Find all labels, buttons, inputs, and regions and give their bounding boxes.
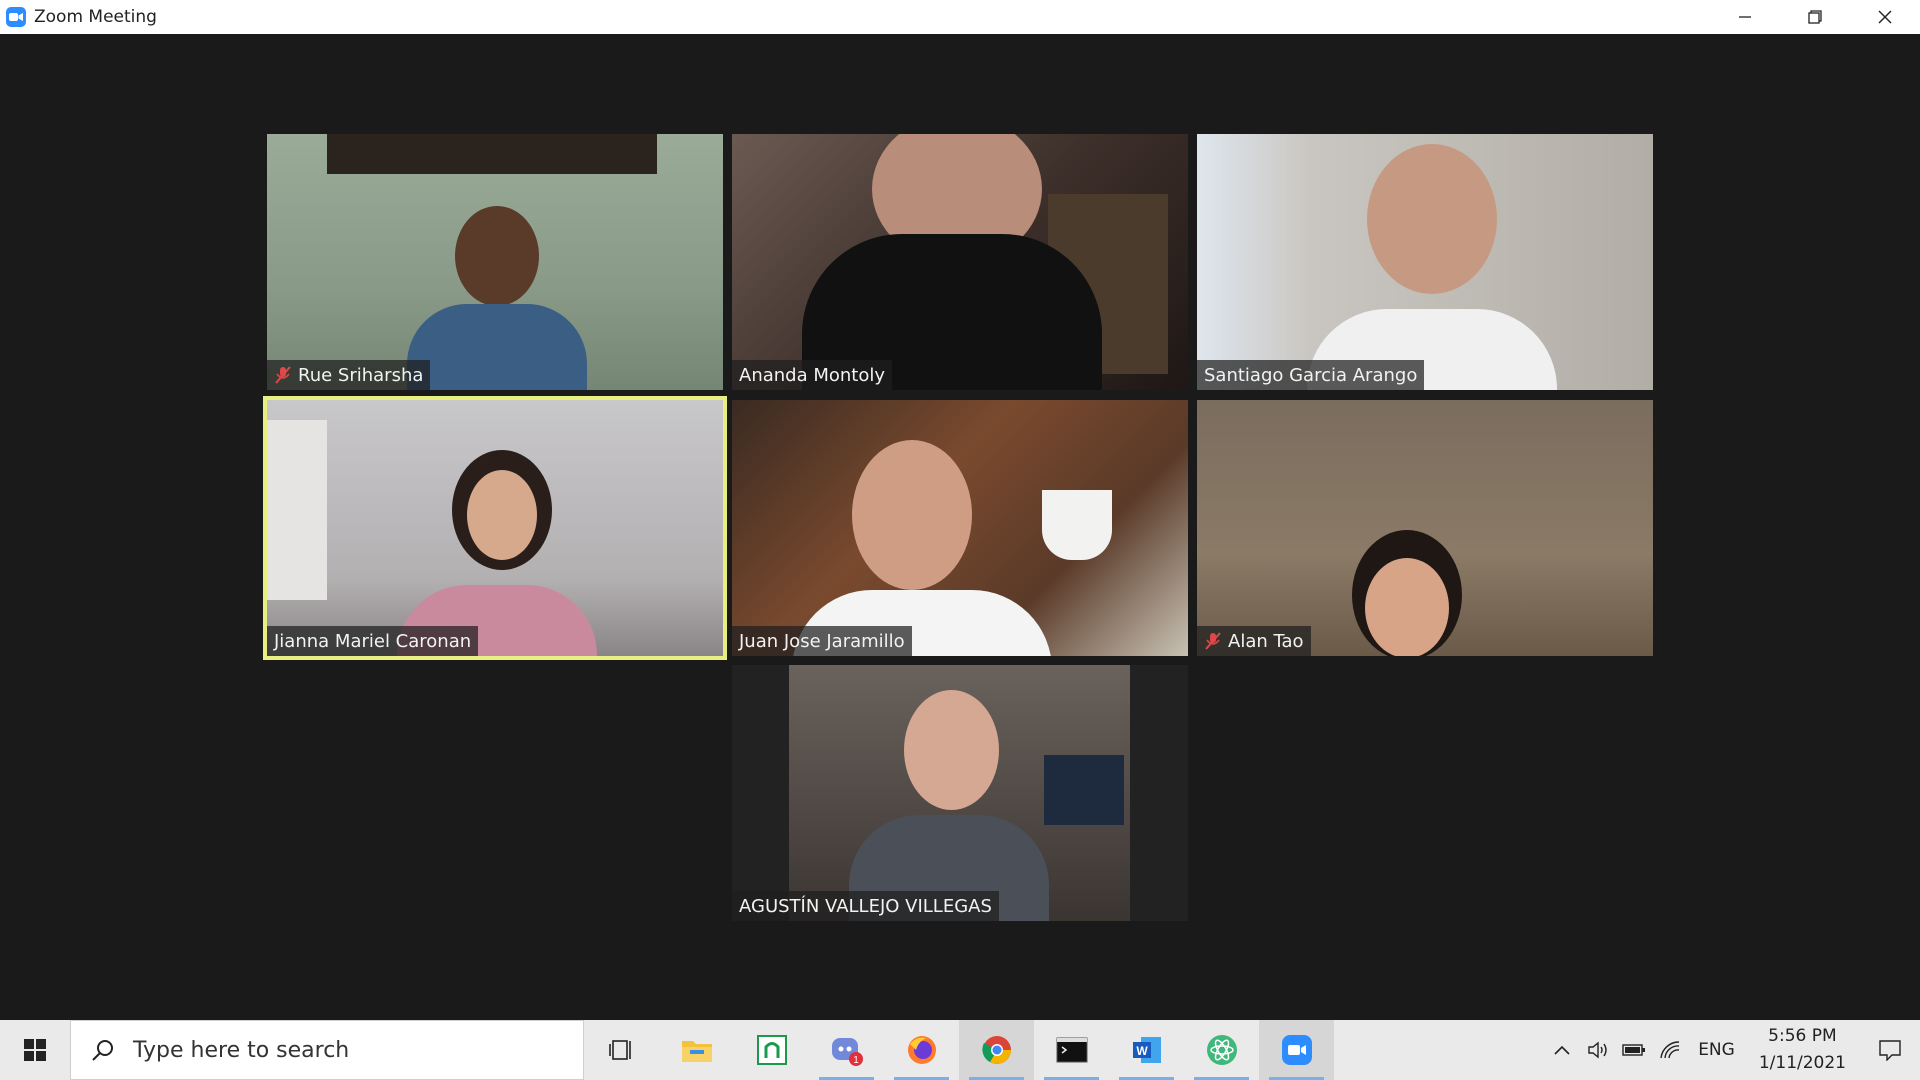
participant-video <box>1197 134 1653 390</box>
muted-mic-icon <box>275 366 291 384</box>
taskbar-search-box[interactable]: Type here to search <box>70 1020 584 1080</box>
participant-video <box>1197 400 1653 656</box>
participant-name-label: Alan Tao <box>1197 626 1311 656</box>
chrome-icon <box>981 1036 1011 1064</box>
video-tile-juan[interactable]: Juan Jose Jaramillo <box>732 400 1188 656</box>
green-app-icon <box>756 1035 787 1065</box>
video-tile-rue[interactable]: Rue Sriharsha <box>267 134 723 390</box>
taskbar-app-chrome[interactable] <box>959 1020 1034 1080</box>
participant-video <box>267 400 723 656</box>
participant-name-label: Ananda Montoly <box>732 360 893 390</box>
taskbar-app-zoom[interactable] <box>1259 1020 1334 1080</box>
system-tray: ENG 5:56 PM 1/11/2021 <box>1544 1020 1920 1080</box>
clock-date: 1/11/2021 <box>1758 1053 1846 1073</box>
input-language[interactable]: ENG <box>1688 1040 1745 1060</box>
participant-video <box>267 134 723 390</box>
window-title: Zoom Meeting <box>34 7 157 27</box>
participant-name-label: Santiago Garcia Arango <box>1197 360 1425 390</box>
svg-text:W: W <box>1136 1044 1148 1058</box>
wifi-icon <box>1660 1041 1680 1059</box>
task-view-icon <box>608 1040 631 1060</box>
video-tile-ananda[interactable]: Ananda Montoly <box>732 134 1188 390</box>
participant-video <box>732 134 1188 390</box>
terminal-icon <box>1056 1037 1087 1063</box>
show-hidden-icons-button[interactable] <box>1544 1020 1580 1080</box>
folder-icon <box>681 1041 712 1062</box>
participant-video <box>789 665 1130 921</box>
video-tile-santiago[interactable]: Santiago Garcia Arango <box>1197 134 1653 390</box>
video-tile-alan[interactable]: Alan Tao <box>1197 400 1653 656</box>
search-placeholder: Type here to search <box>133 1037 350 1063</box>
window-titlebar: Zoom Meeting <box>0 0 1920 34</box>
participant-name-label: Rue Sriharsha <box>267 360 431 390</box>
taskbar-app-firefox[interactable] <box>884 1020 959 1080</box>
video-tile-jianna[interactable]: Jianna Mariel Caronan <box>263 396 727 660</box>
network-button[interactable] <box>1652 1020 1688 1080</box>
zoom-icon <box>1281 1035 1312 1065</box>
video-tile-agustin[interactable]: AGUSTÍN VALLEJO VILLEGAS <box>732 665 1188 921</box>
start-button[interactable] <box>0 1020 70 1080</box>
windows-icon <box>24 1039 46 1061</box>
participant-video <box>732 400 1188 656</box>
taskbar-app-atom[interactable] <box>1184 1020 1259 1080</box>
speaker-icon <box>1588 1041 1607 1059</box>
participant-name-label: Juan Jose Jaramillo <box>732 626 912 656</box>
meeting-gallery: Rue Sriharsha Ananda Montoly Santiago Ga… <box>0 34 1920 1020</box>
battery-button[interactable] <box>1616 1020 1652 1080</box>
volume-button[interactable] <box>1580 1020 1616 1080</box>
taskbar-app-terminal[interactable] <box>1034 1020 1109 1080</box>
muted-mic-icon <box>1205 632 1221 650</box>
taskbar-clock[interactable]: 5:56 PM 1/11/2021 <box>1745 1023 1860 1077</box>
task-view-button[interactable] <box>584 1020 659 1080</box>
search-icon <box>92 1040 113 1061</box>
atom-icon <box>1206 1035 1237 1065</box>
participant-name-label: Jianna Mariel Caronan <box>267 626 479 656</box>
battery-icon <box>1622 1044 1646 1056</box>
taskbar-app-excalidraw[interactable] <box>734 1020 809 1080</box>
taskbar-app-file-explorer[interactable] <box>659 1020 734 1080</box>
word-icon: W <box>1132 1037 1161 1063</box>
restore-button[interactable] <box>1780 0 1850 34</box>
taskbar-app-word[interactable]: W <box>1109 1020 1184 1080</box>
taskbar-app-discord[interactable]: 1 <box>809 1020 884 1080</box>
chevron-up-icon <box>1554 1045 1570 1055</box>
zoom-app-icon <box>6 7 26 27</box>
windows-taskbar: Type here to search 1 W ENG 5:56 PM 1/11… <box>0 1020 1920 1080</box>
discord-badge: 1 <box>853 1055 859 1066</box>
notification-icon <box>1879 1040 1901 1061</box>
action-center-button[interactable] <box>1860 1020 1920 1080</box>
participant-name-label: AGUSTÍN VALLEJO VILLEGAS <box>732 891 999 921</box>
discord-icon: 1 <box>831 1038 863 1066</box>
clock-time: 5:56 PM <box>1768 1026 1837 1046</box>
close-button[interactable] <box>1850 0 1920 34</box>
minimize-button[interactable] <box>1710 0 1780 34</box>
firefox-icon <box>907 1036 936 1064</box>
